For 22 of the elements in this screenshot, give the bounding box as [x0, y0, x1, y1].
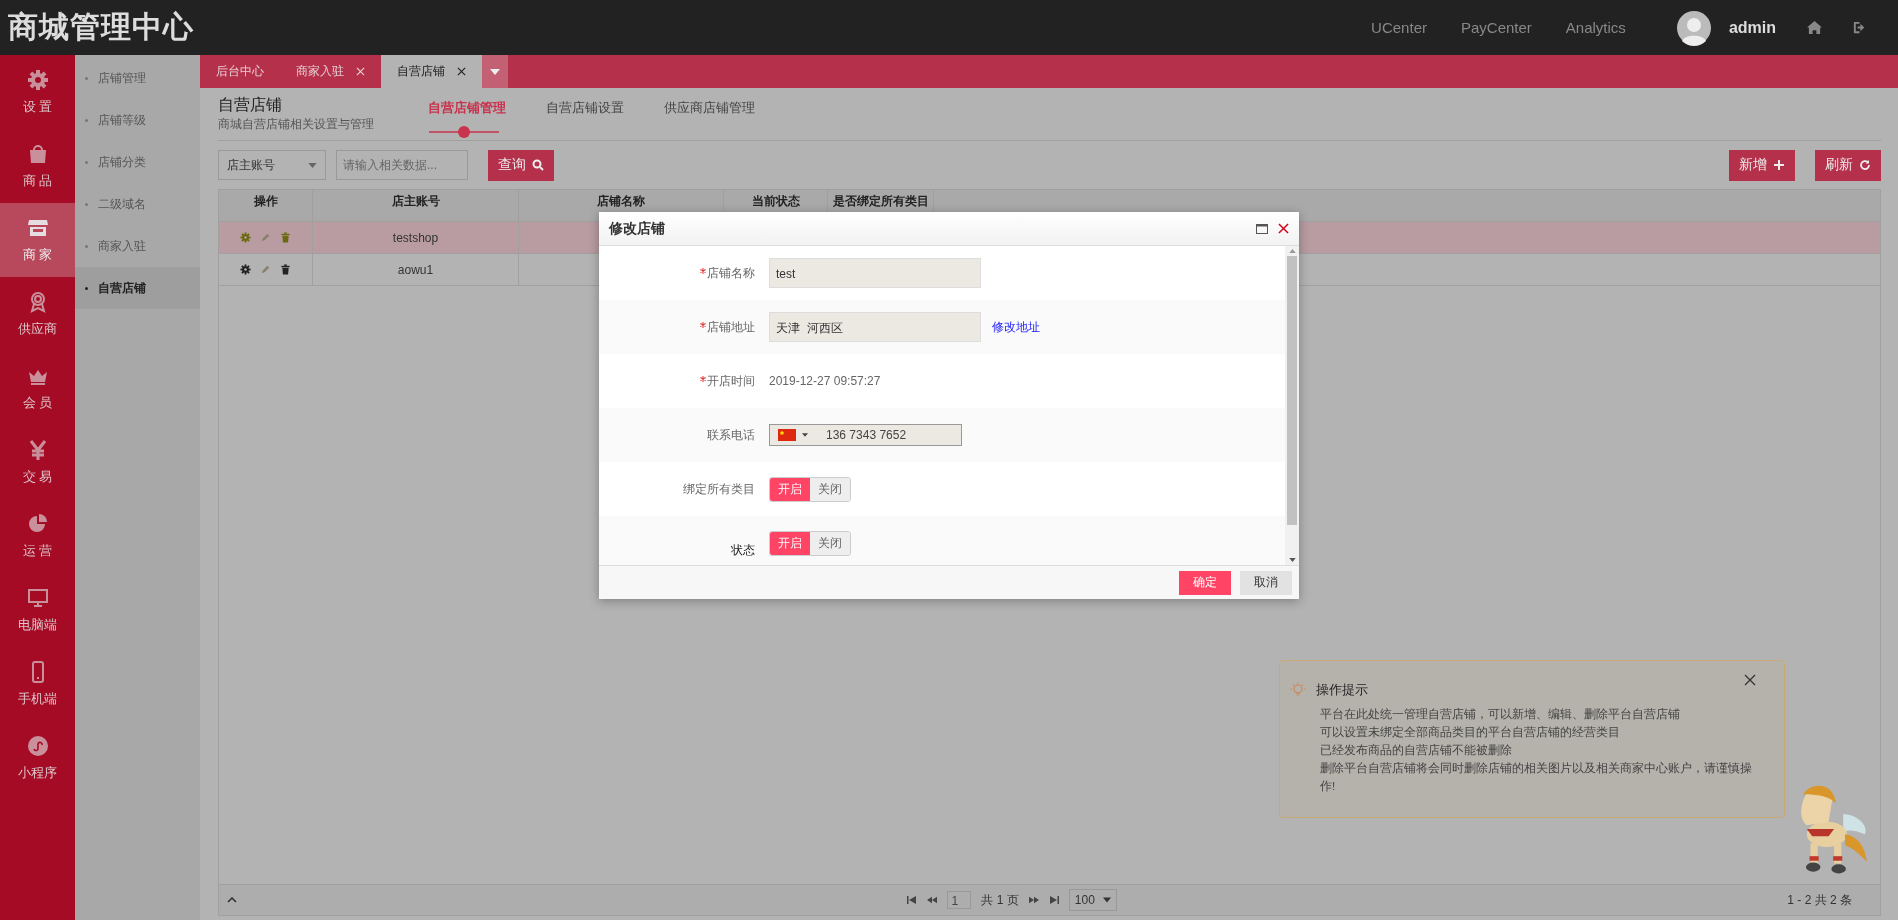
column-header: 店主账号 — [313, 190, 519, 221]
field-label: 店铺地址 — [599, 318, 769, 336]
tip-text: 平台在此处统一管理自营店铺，可以新增、编辑、删除平台自营店铺 — [1319, 707, 1681, 722]
dialog-title: 修改店铺 — [609, 219, 665, 238]
record-range: 1 - 2 共 2 条 — [1787, 891, 1852, 909]
tip-text: 已经发布商品的自营店铺不能被删除 — [1319, 743, 1513, 758]
page-count: 共 1 页 — [981, 891, 1019, 909]
tips-title: 操作提示 — [1316, 681, 1368, 699]
field-label: 开店时间 — [599, 372, 769, 390]
table-cell: testshop — [313, 222, 519, 253]
field-label: 绑定所有类目 — [682, 480, 756, 498]
table-cell: aowu1 — [313, 254, 519, 285]
field-label: 店铺名称 — [599, 264, 769, 282]
tip-text: 可以设置未绑定全部商品类目的平台自营店铺的经营类目 — [1319, 725, 1621, 740]
page-title: 自营店铺 — [218, 95, 283, 115]
field-label: 状态 — [730, 541, 756, 559]
app-title: 商城管理中心 — [8, 9, 194, 45]
column-header: 操作 — [219, 190, 313, 221]
tip-text: 删除平台自营店铺将会同时删除店铺的相关图片以及相关商家中心账户，请谨慎操作! — [1319, 761, 1753, 794]
page-subtitle: 商城自营店铺相关设置与管理 — [218, 116, 375, 133]
field-value: 2019-12-27 09:57:27 — [769, 374, 881, 388]
field-label: 联系电话 — [706, 426, 756, 444]
